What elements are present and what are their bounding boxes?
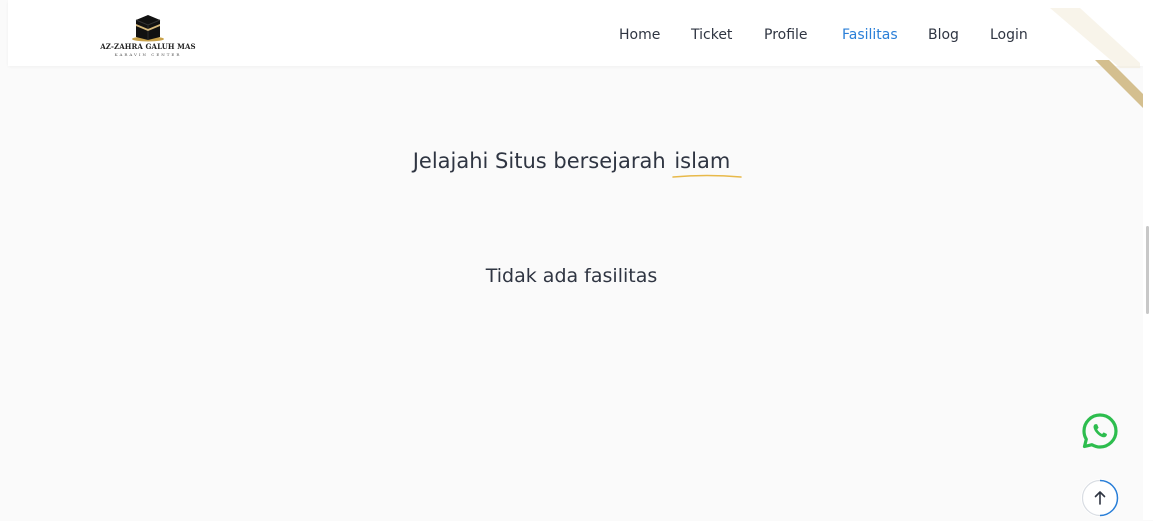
brand-name: AZ-ZAHRA GALUH MAS [100,42,196,51]
heading-text: Jelajahi Situs bersejarah [412,149,666,173]
underline-swoosh-icon [672,174,743,178]
scroll-to-top-button[interactable] [1081,479,1119,517]
nav-blog[interactable]: Blog [928,27,959,44]
decorative-stripe-faint [1040,8,1140,68]
navbar: AZ-ZAHRA GALUH MAS KARAVIN CENTER Home T… [8,0,1143,66]
nav-login[interactable]: Login [990,27,1028,44]
whatsapp-icon [1082,413,1118,449]
page-heading: Jelajahi Situs bersejarah islam [0,148,1143,178]
heading-accent-word: islam [674,149,731,173]
kaaba-icon [132,15,164,42]
nav-fasilitas[interactable]: Fasilitas [842,27,898,44]
empty-state-message: Tidak ada fasilitas [485,265,658,287]
heading-accent: islam [672,148,743,178]
brand-logo[interactable]: AZ-ZAHRA GALUH MAS KARAVIN CENTER [88,12,208,62]
brand-tagline: KARAVIN CENTER [114,52,182,57]
decorative-gold-stripe [1095,60,1143,108]
nav-ticket[interactable]: Ticket [691,27,732,44]
arrow-up-icon [1081,479,1119,517]
nav-home[interactable]: Home [619,27,660,44]
whatsapp-button[interactable] [1081,412,1119,450]
scrollbar-thumb[interactable] [1146,226,1149,314]
nav-profile[interactable]: Profile [764,27,808,44]
